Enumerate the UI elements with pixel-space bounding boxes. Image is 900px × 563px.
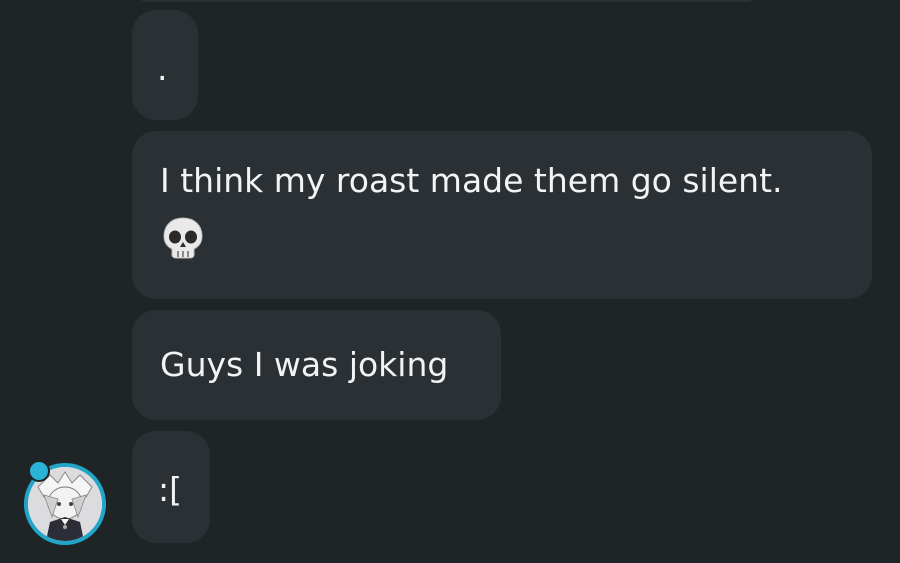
message-bubble[interactable]: Guys I was joking <box>132 310 501 420</box>
message-text: . <box>157 49 168 88</box>
message-bubble[interactable]: I think my roast made them go silent. <box>132 131 872 299</box>
chat-thread: . I think my roast made them go silent. … <box>0 0 900 563</box>
message-text: Guys I was joking <box>160 345 449 384</box>
message-bubble[interactable]: :[ <box>132 431 210 543</box>
status-badge <box>28 460 50 482</box>
previous-message-bubble[interactable] <box>132 0 762 2</box>
skull-icon <box>160 215 206 261</box>
message-text: :[ <box>158 470 182 509</box>
message-bubble[interactable]: . <box>132 10 198 120</box>
message-text: I think my roast made them go silent. <box>160 161 783 200</box>
